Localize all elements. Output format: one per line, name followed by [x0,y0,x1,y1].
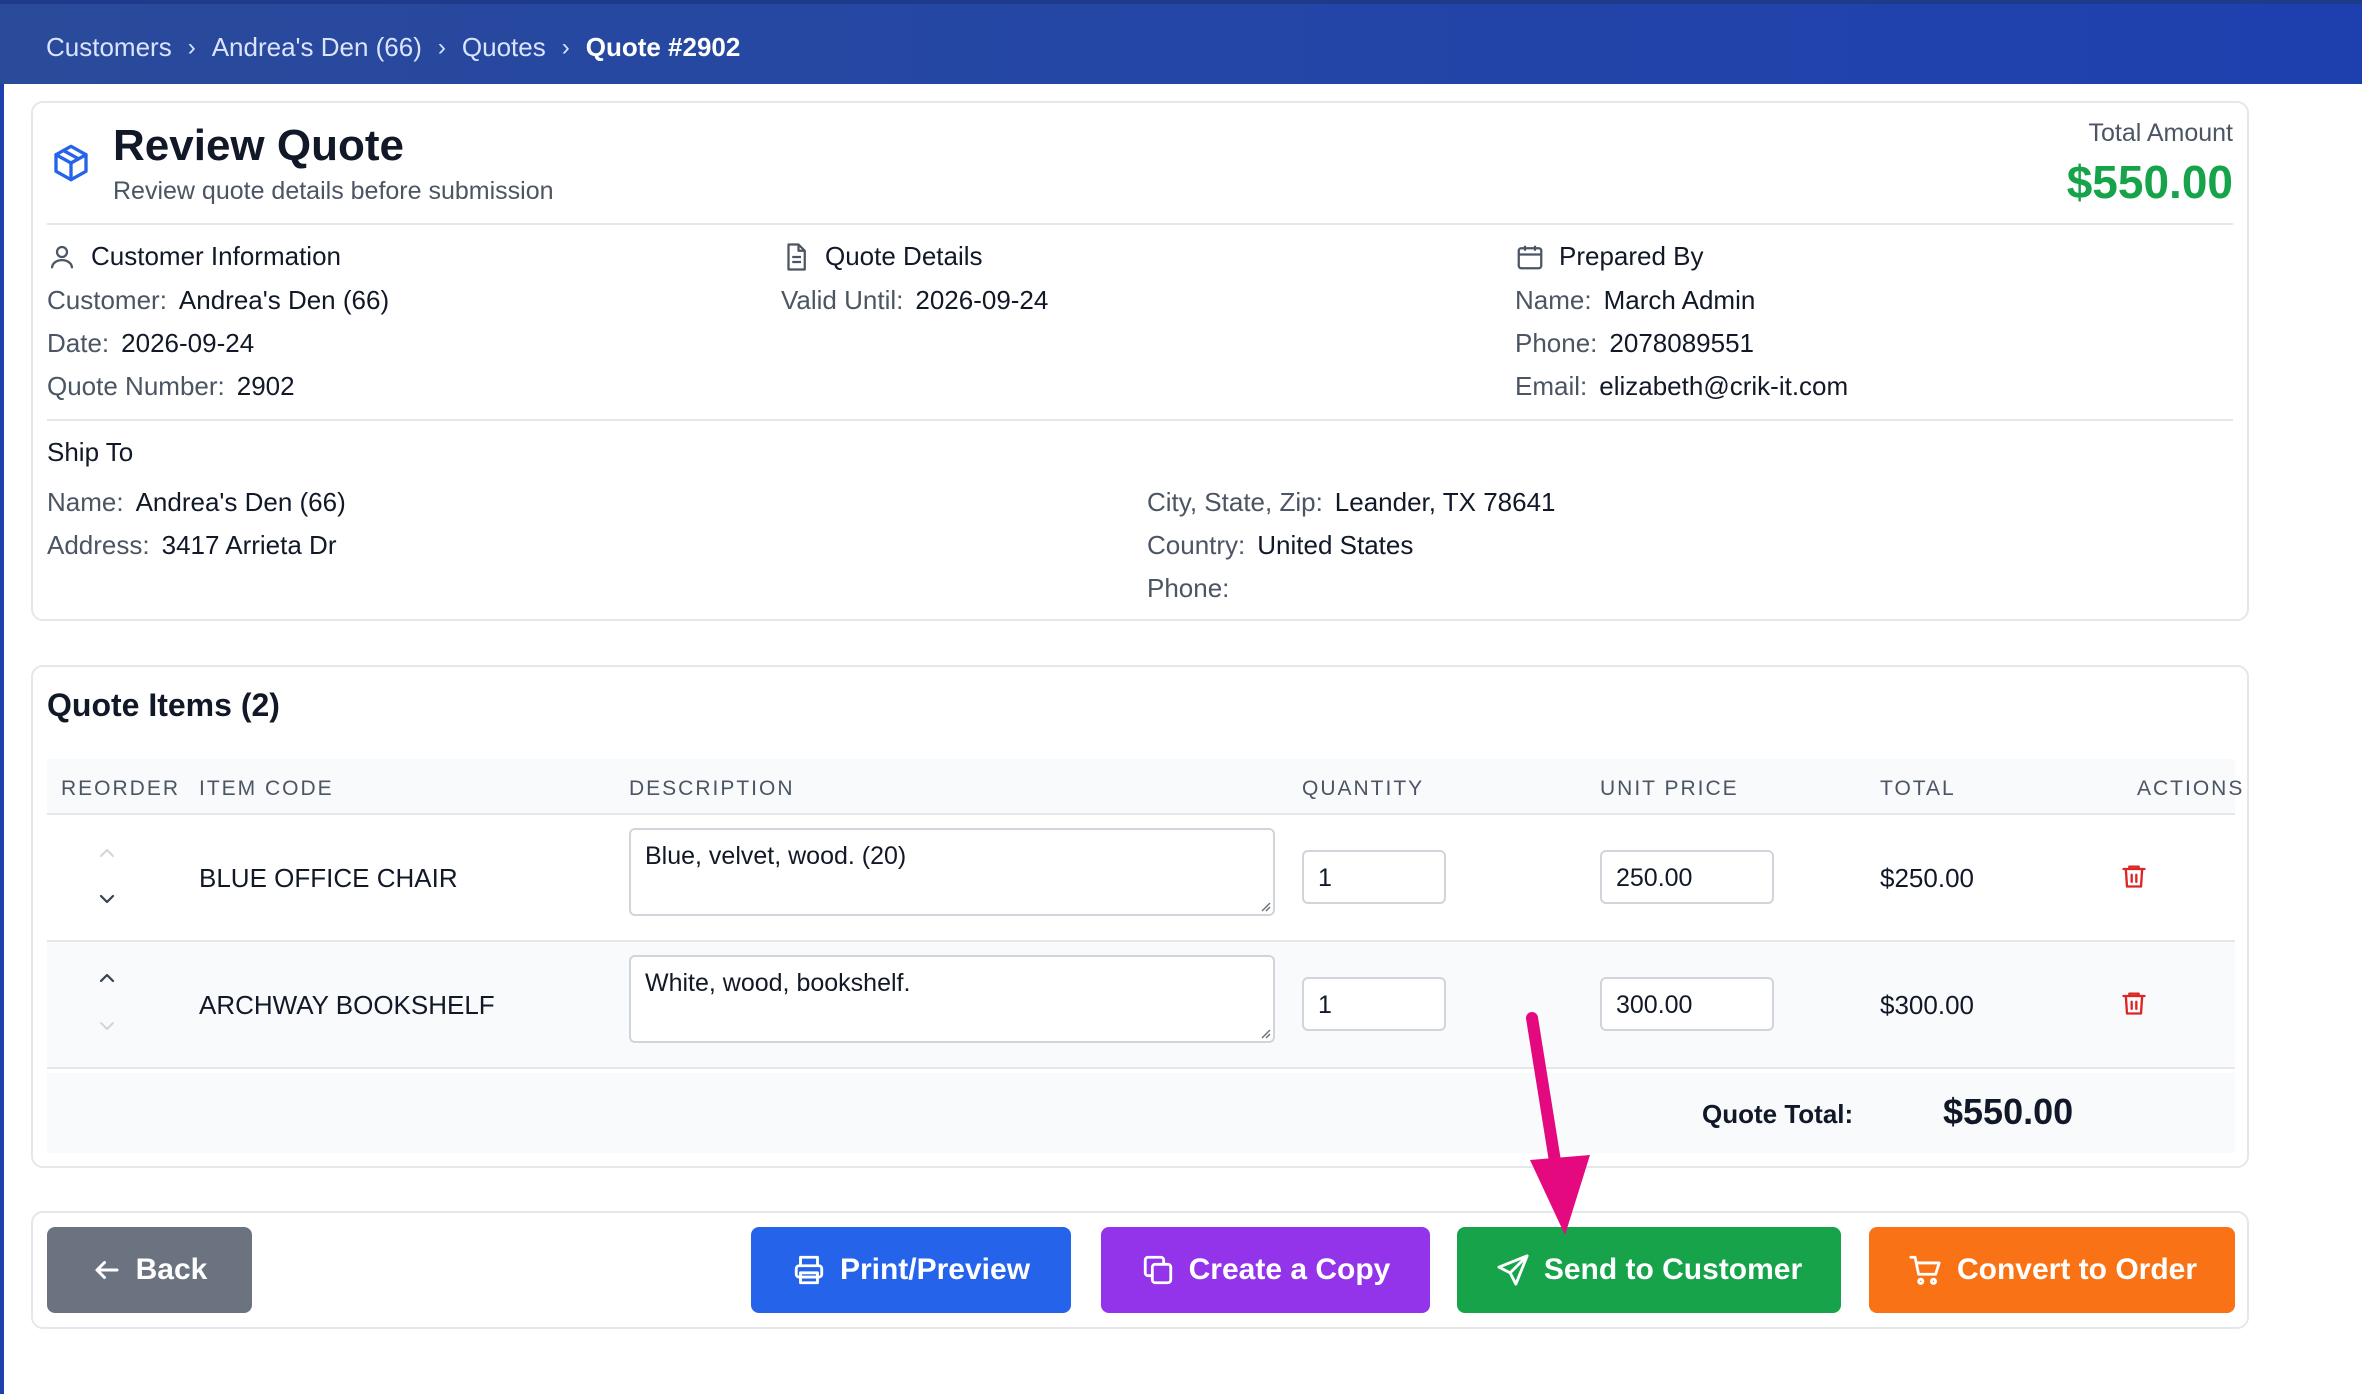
column-header: ACTIONS [2137,777,2245,800]
ship-address-field: Address: 3417 Arrieta Dr [47,530,337,560]
quantity-input[interactable]: 1 [1302,850,1446,904]
customer-field: Customer: Andrea's Den (66) [47,285,390,315]
valid-until-field: Valid Until: 2026-09-24 [781,285,1049,315]
quote-total-value: $550.00 [1943,1091,2074,1132]
breadcrumb-separator: › [437,33,446,61]
send-icon [1497,1254,1529,1286]
top-nav-bar: Customers › Andrea's Den (66) › Quotes ›… [0,0,2362,84]
description-textarea[interactable]: White, wood, bookshelf. [629,955,1275,1043]
document-icon [787,242,806,271]
page-subtitle: Review quote details before submission [113,177,554,205]
unit-price-input[interactable]: 300.00 [1600,977,1774,1031]
resize-handle-icon[interactable] [1257,1025,1271,1039]
ship-city-field: City, State, Zip: Leander, TX 78641 [1147,487,1556,517]
ship-to-title: Ship To [47,437,134,467]
preparer-name-field: Name: March Admin [1515,285,1756,315]
preparer-phone-field: Phone: 2078089551 [1515,328,1755,358]
quote-details-title: Quote Details [825,241,983,271]
cart-icon [1909,1255,1941,1285]
trash-icon[interactable] [2120,861,2148,891]
ship-to-heading: Ship To [47,437,133,468]
divider [47,223,2233,225]
ship-name-field: Name: Andrea's Den (66) [47,487,346,517]
divider [47,419,2233,421]
column-header: UNIT PRICE [1600,777,1739,800]
total-amount-value: $550.00 [2066,156,2233,208]
copy-icon [1143,1255,1172,1285]
preparer-email-field: Email: elizabeth@crik-it.com [1515,371,1849,401]
quote-total-label: Quote Total: [1702,1099,1854,1129]
annotation-arrow-icon [1526,1012,1590,1235]
breadcrumb-quotes[interactable]: Quotes [462,32,546,63]
resize-handle-icon[interactable] [1257,898,1271,912]
convert-to-order-button[interactable]: Convert to Order [1869,1227,2235,1313]
ship-phone-field: Phone: [1147,573,1230,603]
create-copy-button[interactable]: Create a Copy [1101,1227,1430,1313]
chevron-down-icon[interactable] [95,887,119,911]
column-header: TOTAL [1880,777,1956,800]
ship-country-field: Country: United States [1147,530,1414,560]
table-row: BLUE OFFICE CHAIR Blue, velvet, wood. (2… [47,815,2235,942]
customer-info-title: Customer Information [91,241,341,271]
actions-bar: Back Print/Preview Create a Copy Send to… [31,1211,2249,1329]
quote-total-row: Quote Total: $550.00 [47,1073,2235,1153]
table-row: ARCHWAY BOOKSHELF White, wood, bookshelf… [47,942,2235,1069]
quote-items-title: Quote Items (2) [47,687,280,723]
breadcrumb-separator: › [561,33,570,61]
prepared-by-heading: Prepared By [1515,241,1704,272]
quote-summary-card: Review Quote Review quote details before… [31,101,2249,621]
item-code: ARCHWAY BOOKSHELF [199,990,495,1020]
trash-icon[interactable] [2120,988,2148,1018]
page-title: Review Quote [113,121,404,170]
date-field: Date: 2026-09-24 [47,328,255,358]
chevron-up-icon[interactable] [95,966,119,990]
print-preview-button[interactable]: Print/Preview [751,1227,1071,1313]
quote-number-field: Quote Number: 2902 [47,371,295,401]
column-header: REORDER [61,777,181,800]
column-header: QUANTITY [1302,777,1425,800]
breadcrumb-separator: › [187,33,196,61]
calendar-icon [1517,245,1543,269]
quantity-input[interactable]: 1 [1302,977,1446,1031]
column-header: ITEM CODE [199,777,334,800]
total-amount-label: Total Amount [2088,119,2233,147]
customer-info-heading: Customer Information [47,241,341,272]
item-code: BLUE OFFICE CHAIR [199,863,458,893]
prepared-by-title: Prepared By [1559,241,1704,271]
row-total: $300.00 [1880,990,1974,1020]
quote-details-heading: Quote Details [781,241,983,272]
quote-items-card: Quote Items (2) REORDER ITEM CODE DESCRI… [31,665,2249,1168]
left-accent-line [0,84,4,1394]
description-textarea[interactable]: Blue, velvet, wood. (20) [629,828,1275,916]
row-total: $250.00 [1880,863,1974,893]
breadcrumb-current: Quote #2902 [585,32,741,62]
package-icon [54,144,88,182]
arrow-left-icon [95,1261,119,1279]
breadcrumb-customer[interactable]: Andrea's Den (66) [212,32,422,63]
breadcrumb-customers[interactable]: Customers [46,32,172,63]
items-table-header: REORDER ITEM CODE DESCRIPTION QUANTITY U… [47,759,2242,815]
unit-price-input[interactable]: 250.00 [1600,850,1774,904]
printer-icon [794,1255,824,1285]
breadcrumb: Customers › Andrea's Den (66) › Quotes ›… [46,32,740,63]
column-header: DESCRIPTION [629,777,795,800]
chevron-down-icon [100,1022,114,1030]
back-button[interactable]: Back [47,1227,252,1313]
chevron-up-icon [100,849,114,857]
user-icon [50,245,74,268]
